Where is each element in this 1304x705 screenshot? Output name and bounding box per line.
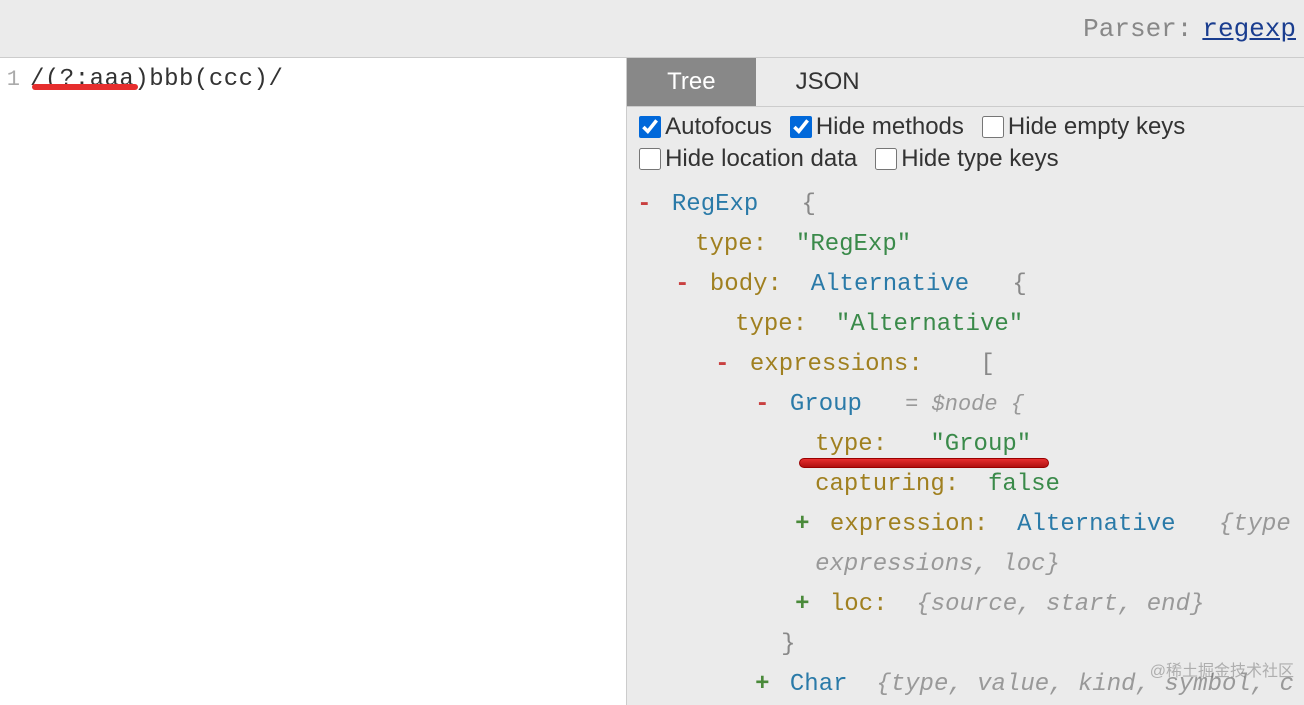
val-capturing: false [988, 471, 1060, 498]
checkbox-hide-methods[interactable] [790, 116, 812, 138]
checkbox-autofocus[interactable] [639, 116, 661, 138]
key-capturing: capturing: [815, 471, 959, 498]
tree-expression-cont: expressions, loc} [637, 547, 1294, 583]
val-expression[interactable]: Alternative [1017, 511, 1175, 538]
checkbox-hide-empty-keys[interactable] [982, 116, 1004, 138]
collapse-icon[interactable]: - [675, 271, 689, 298]
ast-tree: - RegExp { type: "RegExp" - body: Altern… [627, 183, 1304, 705]
collapse-icon[interactable]: - [755, 391, 769, 418]
tree-loc[interactable]: + loc: {source, start, end} [637, 587, 1294, 623]
tab-json[interactable]: JSON [756, 58, 900, 106]
right-panel: Tree JSON Autofocus Hide methods Hide em… [626, 58, 1304, 705]
tree-root[interactable]: - RegExp { [637, 187, 1294, 223]
label-hide-location: Hide location data [665, 145, 857, 173]
options-bar: Autofocus Hide methods Hide empty keys H… [627, 107, 1304, 183]
tree-expression[interactable]: + expression: Alternative {type [637, 507, 1294, 543]
val-alt-type: "Alternative" [836, 311, 1023, 338]
label-hide-empty-keys: Hide empty keys [1008, 113, 1185, 141]
key-loc: loc: [830, 591, 888, 618]
main-container: 1 /(?:aaa)bbb(ccc)/ Tree JSON Autofocus … [0, 58, 1304, 705]
key-alt-type: type: [735, 311, 807, 338]
key-body: body: [710, 271, 782, 298]
key-expressions: expressions: [750, 351, 923, 378]
annotation-underline-capturing [799, 458, 1049, 468]
option-hide-empty-keys[interactable]: Hide empty keys [982, 113, 1185, 141]
tabs-bar: Tree JSON [627, 58, 1304, 107]
expand-icon[interactable]: + [755, 671, 769, 698]
val-body[interactable]: Alternative [811, 271, 969, 298]
node-group[interactable]: Group [790, 391, 862, 418]
checkbox-hide-type-keys[interactable] [875, 148, 897, 170]
parser-label: Parser: [1083, 14, 1192, 44]
tree-capturing: capturing: false [637, 467, 1294, 503]
label-hide-type-keys: Hide type keys [901, 145, 1058, 173]
tail-expression2: expressions, loc} [815, 551, 1060, 578]
option-autofocus[interactable]: Autofocus [639, 113, 772, 141]
collapse-icon[interactable]: - [715, 351, 729, 378]
tree-body[interactable]: - body: Alternative { [637, 267, 1294, 303]
key-group-type: type: [815, 431, 887, 458]
key-type: type: [695, 231, 767, 258]
tree-expressions[interactable]: - expressions: [ [637, 347, 1294, 383]
val-loc: {source, start, end} [916, 591, 1204, 618]
eq-node: = $node { [905, 392, 1024, 417]
collapse-icon[interactable]: - [637, 191, 651, 218]
tree-type: type: "RegExp" [637, 227, 1294, 263]
brace-close: } [781, 631, 795, 658]
node-regexp[interactable]: RegExp [672, 191, 758, 218]
val-group-type: "Group" [930, 431, 1031, 458]
tail-expression: {type [1219, 511, 1291, 538]
tab-tree[interactable]: Tree [627, 58, 755, 106]
tree-group[interactable]: - Group = $node { [637, 387, 1294, 423]
option-hide-location[interactable]: Hide location data [639, 145, 857, 173]
key-expression: expression: [830, 511, 988, 538]
option-hide-type-keys[interactable]: Hide type keys [875, 145, 1058, 173]
line-number: 1 [0, 67, 20, 92]
expand-icon[interactable]: + [795, 511, 809, 538]
annotation-underline-code [32, 84, 138, 90]
node-char1[interactable]: Char [790, 671, 848, 698]
label-hide-methods: Hide methods [816, 113, 964, 141]
brace-open: { [802, 191, 816, 218]
tree-alt-type: type: "Alternative" [637, 307, 1294, 343]
header-bar: Parser: regexp [0, 0, 1304, 58]
watermark: @稀土掘金技术社区 [1150, 657, 1294, 681]
val-type: "RegExp" [796, 231, 911, 258]
parser-link[interactable]: regexp [1202, 14, 1296, 44]
bracket-open: [ [980, 351, 994, 378]
checkbox-hide-location[interactable] [639, 148, 661, 170]
expand-icon[interactable]: + [795, 591, 809, 618]
label-autofocus: Autofocus [665, 113, 772, 141]
code-editor[interactable]: 1 /(?:aaa)bbb(ccc)/ [0, 58, 626, 705]
brace-open: { [1012, 271, 1026, 298]
option-hide-methods[interactable]: Hide methods [790, 113, 964, 141]
